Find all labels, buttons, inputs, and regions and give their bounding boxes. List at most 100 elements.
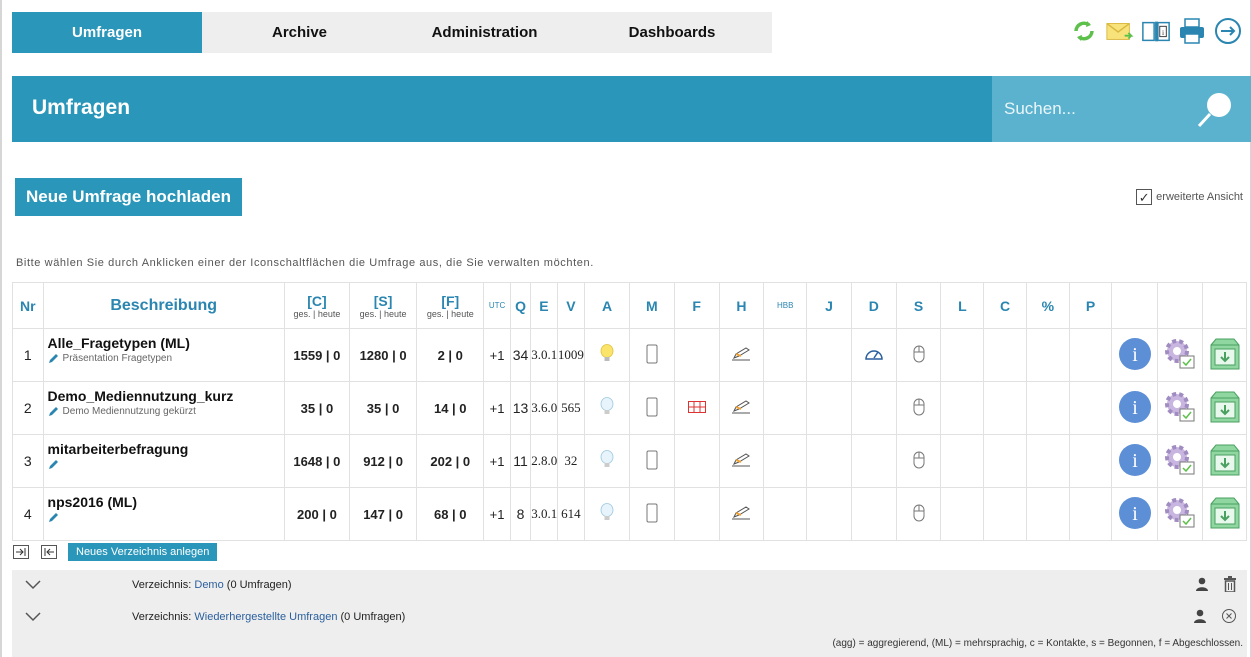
tab-umfragen[interactable]: Umfragen [12,12,202,53]
col-c[interactable]: [C] ges. | heute [283,282,350,329]
cell-s [895,328,942,382]
speedometer-icon[interactable] [864,345,884,363]
new-directory-button[interactable]: Neues Verzeichnis anlegen [68,543,218,561]
edit-pen-icon[interactable] [730,452,752,468]
mouse-icon[interactable] [913,345,925,363]
engine-version: 2.8.0 [530,434,558,488]
mobile-icon[interactable] [646,397,658,417]
edit-pen-icon[interactable] [730,399,752,415]
chevron-down-icon[interactable] [24,610,42,625]
count-s: 147 | 0 [348,487,418,541]
row-description[interactable]: nps2016 (ML) [42,487,285,541]
download-icon[interactable] [1209,390,1241,424]
col-s[interactable]: [S] ges. | heute [348,282,418,329]
close-circle-icon[interactable] [1221,608,1237,627]
lightbulb-icon[interactable] [600,396,614,417]
question-count: 34 [509,328,532,382]
download-icon[interactable] [1209,443,1241,477]
cell-d [850,381,897,435]
question-count: 8 [509,487,532,541]
extended-view-toggle[interactable]: ✓ erweiterte Ansicht [1136,189,1243,205]
col-beschreibung[interactable]: Beschreibung [42,282,285,329]
count-s: 912 | 0 [348,434,418,488]
grid-icon[interactable] [687,400,706,413]
edit-pen-icon[interactable] [730,346,752,362]
download-icon[interactable] [1209,337,1241,371]
directory-row: Verzeichnis: Demo (0 Umfragen) [12,572,1247,598]
checkbox-checked-icon[interactable]: ✓ [1136,189,1153,205]
pencil-icon[interactable] [48,405,60,417]
pencil-icon[interactable] [48,511,60,523]
survey-name[interactable]: mitarbeiterbefragung [48,441,284,457]
settings-icon[interactable] [1162,442,1198,478]
row-description[interactable]: mitarbeiterbefragung [42,434,285,488]
tab-archive[interactable]: Archive [202,12,397,53]
mail-icon[interactable] [1105,16,1135,46]
info-icon[interactable]: i [1118,443,1152,477]
utc-offset: +1 [483,434,511,488]
table-row[interactable]: 2 Demo_Mediennutzung_kurz Demo Mediennutzu… [12,381,1247,435]
trash-icon[interactable] [1223,575,1237,595]
col-settings [1157,282,1204,329]
lightbulb-on-icon[interactable] [600,343,614,364]
survey-name[interactable]: nps2016 (ML) [48,494,284,510]
lightbulb-icon[interactable] [600,449,614,470]
chevron-down-icon[interactable] [24,578,42,593]
table-row[interactable]: 4 nps2016 (ML) 200 | 0 147 | 0 68 | 0 +1 8 3.0.… [12,487,1247,541]
tab-dashboards[interactable]: Dashboards [572,12,772,53]
cell-download [1202,381,1247,435]
logout-icon[interactable] [1213,16,1243,46]
settings-icon[interactable] [1162,389,1198,425]
col-q: Q [509,282,532,329]
mobile-icon[interactable] [646,450,658,470]
mouse-icon[interactable] [913,398,925,416]
row-description[interactable]: Alle_Fragetypen (ML) Präsentation Fragety… [42,328,285,382]
table-row[interactable]: 1 Alle_Fragetypen (ML) Präsentation Fraget… [12,328,1247,382]
book-info-icon[interactable]: i [1141,16,1171,46]
survey-subtitle-text: Demo Mediennutzung gekürzt [62,405,196,417]
print-icon[interactable] [1177,16,1207,46]
download-icon[interactable] [1209,496,1241,530]
settings-icon[interactable] [1162,336,1198,372]
cell-s [895,381,942,435]
info-icon[interactable]: i [1118,337,1152,371]
user-icon[interactable] [1195,577,1209,594]
survey-name[interactable]: Demo_Mediennutzung_kurz [48,388,284,404]
indent-in-icon[interactable] [12,544,30,560]
refresh-icon[interactable] [1069,16,1099,46]
mouse-icon[interactable] [913,504,925,522]
info-icon[interactable]: i [1118,390,1152,424]
cell-m [628,381,675,435]
survey-subtitle [48,511,284,523]
cell-a [584,381,630,435]
cell-c [983,381,1027,435]
mobile-icon[interactable] [646,344,658,364]
settings-icon[interactable] [1162,495,1198,531]
directory-link-restored[interactable]: Wiederhergestellte Umfragen [194,611,337,623]
mobile-icon[interactable] [646,503,658,523]
cell-c [983,328,1027,382]
cell-settings [1157,328,1204,382]
row-description[interactable]: Demo_Mediennutzung_kurz Demo Mediennutzun… [42,381,285,435]
count-f: 68 | 0 [416,487,485,541]
edit-pen-icon[interactable] [730,505,752,521]
table-row[interactable]: 3 mitarbeiterbefragung 1648 | 0 912 | 0 202 … [12,434,1247,488]
cell-f [673,328,720,382]
directory-link-demo[interactable]: Demo [194,579,223,591]
col-f[interactable]: [F] ges. | heute [416,282,485,329]
question-count: 13 [509,381,532,435]
cell-pct [1025,381,1070,435]
pencil-icon[interactable] [48,352,60,364]
survey-name[interactable]: Alle_Fragetypen (ML) [48,335,284,351]
upload-survey-button[interactable]: Neue Umfrage hochladen [15,178,242,216]
indent-out-icon[interactable] [40,544,58,560]
user-icon[interactable] [1193,609,1207,626]
header-band: Umfragen [12,76,1251,142]
tab-administration[interactable]: Administration [397,12,572,53]
lightbulb-icon[interactable] [600,502,614,523]
search-icon[interactable] [1193,88,1237,137]
search-input[interactable] [992,76,1182,142]
pencil-icon[interactable] [48,458,60,470]
mouse-icon[interactable] [913,451,925,469]
info-icon[interactable]: i [1118,496,1152,530]
